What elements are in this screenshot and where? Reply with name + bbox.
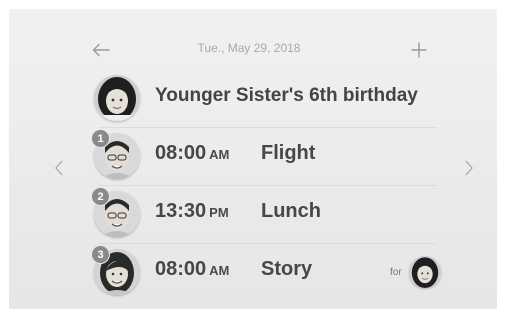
time-period: AM xyxy=(209,147,230,162)
event-name: Story xyxy=(261,258,313,280)
divider xyxy=(99,243,437,244)
girl-avatar xyxy=(94,75,140,121)
event-name: Flight xyxy=(261,142,316,164)
event-title-row: Younger Sister's 6th birthday xyxy=(89,71,437,128)
chevron-left-icon xyxy=(55,160,63,176)
schedule-item[interactable]: 2 13:30 PM Lunch xyxy=(89,187,437,244)
event-time: 13:30 PM xyxy=(155,200,229,223)
plus-icon xyxy=(411,42,427,58)
arrow-left-icon xyxy=(92,43,110,57)
event-name: Lunch xyxy=(261,200,321,222)
time-period: AM xyxy=(209,263,230,278)
add-button[interactable] xyxy=(407,38,431,62)
index-badge: 2 xyxy=(91,187,110,206)
time-period: PM xyxy=(209,205,229,220)
event-time: 08:00 AM xyxy=(155,258,229,281)
event-title: Younger Sister's 6th birthday xyxy=(155,85,418,106)
event-time: 08:00 AM xyxy=(155,142,229,165)
schedule-panel: Tue., May 29, 2018 Younger Sister's 6th … xyxy=(9,9,497,309)
previous-day-button[interactable] xyxy=(51,157,67,179)
time-value: 13:30 xyxy=(155,200,207,222)
time-value: 08:00 xyxy=(155,142,207,164)
time-value: 08:00 xyxy=(155,258,207,280)
index-badge: 3 xyxy=(91,245,110,264)
next-day-button[interactable] xyxy=(461,157,477,179)
back-button[interactable] xyxy=(89,38,113,62)
divider xyxy=(99,127,437,128)
chevron-right-icon xyxy=(465,160,473,176)
date-label: Tue., May 29, 2018 xyxy=(197,41,301,55)
girl-avatar xyxy=(409,256,441,288)
schedule-item[interactable]: 3 08:00 AM Story for xyxy=(89,245,441,302)
index-badge: 1 xyxy=(91,129,110,148)
for-label: for xyxy=(390,267,402,278)
header-bar: Tue., May 29, 2018 xyxy=(9,38,497,62)
divider xyxy=(99,185,437,186)
schedule-item[interactable]: 1 08:00 AM Flight xyxy=(89,129,437,186)
